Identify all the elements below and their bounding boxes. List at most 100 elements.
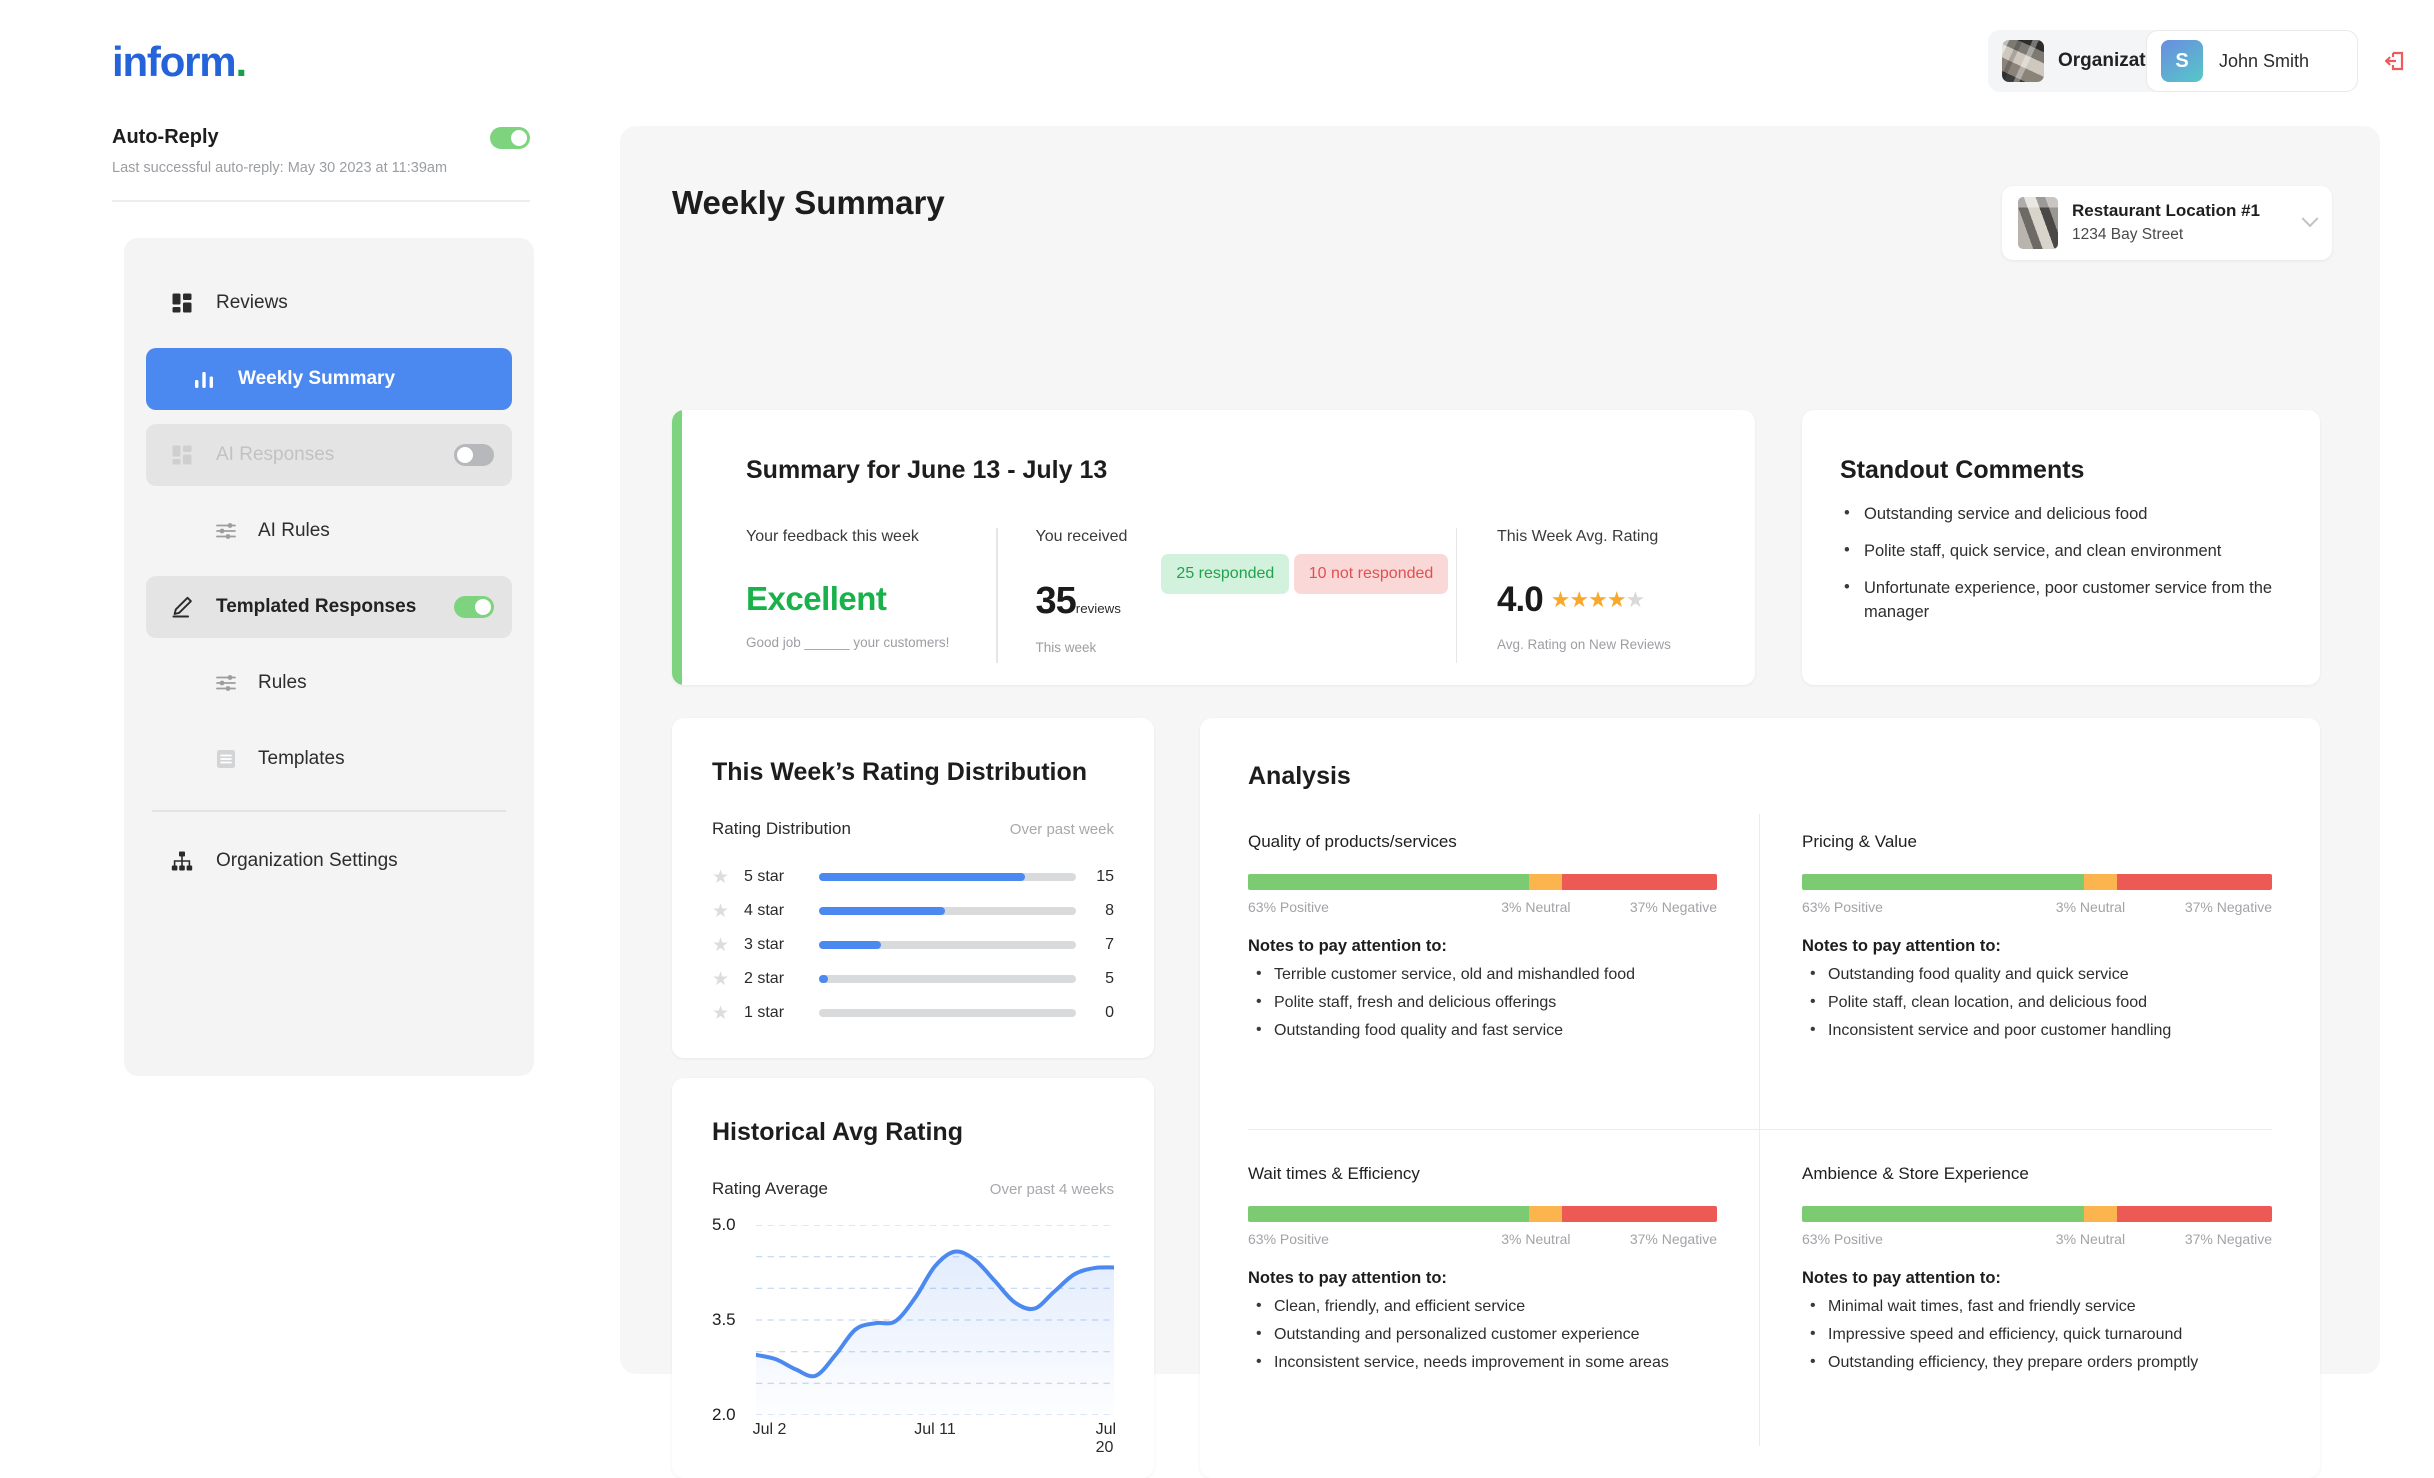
rating-footer: Avg. Rating on New Reviews	[1497, 637, 1671, 652]
not-responded-badge: 10 not responded	[1293, 554, 1449, 594]
logout-button[interactable]	[2376, 42, 2414, 80]
sentiment-bar	[1802, 874, 2272, 890]
toggle-knob	[457, 447, 473, 463]
chart-period: Over past 4 weeks	[989, 1181, 1114, 1198]
divider	[1455, 528, 1457, 663]
analysis-title: Analysis	[1248, 762, 1351, 790]
sidebar-item-label: AI Responses	[216, 444, 335, 465]
rating-distribution-card: This Week’s Rating Distribution Rating D…	[672, 718, 1154, 1058]
sentiment-positive-segment	[1802, 1206, 2084, 1222]
auto-reply-toggle[interactable]	[490, 126, 530, 149]
line-chart: 5.0 3.5 2.0	[712, 1215, 1114, 1424]
ai-responses-toggle[interactable]	[454, 444, 494, 466]
sidebar-item-ai-responses[interactable]: AI Responses	[146, 424, 512, 486]
analysis-card: Analysis Quality of products/services 63%…	[1200, 718, 2320, 1478]
sentiment-neutral-segment	[2084, 1206, 2117, 1222]
rating-label: 2 star	[744, 970, 785, 987]
notes-heading: Notes to pay attention to:	[1802, 1269, 2001, 1287]
auto-reply-section: Auto-Reply Last successful auto-reply: M…	[112, 126, 530, 202]
list-item: Outstanding and personalized customer ex…	[1248, 1325, 1717, 1344]
metric-label: Your feedback this week	[746, 528, 919, 545]
org-chart-icon	[171, 851, 193, 871]
feedback-value: Excellent	[746, 580, 887, 617]
list-item: Terrible customer service, old and misha…	[1248, 965, 1717, 984]
sentiment-neutral-segment	[1529, 1206, 1563, 1222]
list-item: Polite staff, quick service, and clean e…	[1840, 539, 2282, 564]
chart-subtitle: Rating Average	[712, 1179, 828, 1198]
notes-list: Minimal wait times, fast and friendly se…	[1802, 1297, 2272, 1372]
toggle-knob	[511, 129, 527, 146]
notes-heading: Notes to pay attention to:	[1802, 937, 2001, 955]
response-badges: 25 responded 10 not responded	[1161, 532, 1449, 655]
x-axis-labels: Jul 2 Jul 11 Jul 20	[753, 1421, 1116, 1456]
user-menu[interactable]: S John Smith	[2146, 30, 2358, 92]
user-name: John Smith	[2219, 50, 2310, 71]
notes-list: Terrible customer service, old and misha…	[1248, 965, 1717, 1040]
legend-negative: 37% Negative	[2184, 899, 2272, 915]
list-item: Inconsistent service and poor customer h…	[1802, 1021, 2272, 1040]
templated-responses-toggle[interactable]	[454, 596, 494, 618]
sentiment-negative-segment	[1562, 874, 1717, 890]
location-selector[interactable]: Restaurant Location #1 1234 Bay Street	[2002, 186, 2332, 260]
notes-list: Outstanding food quality and quick servi…	[1802, 965, 2272, 1040]
legend-positive: 63% Positive	[1802, 1231, 1883, 1247]
feedback-footer: Good job ______ your customers!	[746, 635, 950, 650]
list-item: Polite staff, clean location, and delici…	[1802, 993, 2272, 1012]
star-icon: ★	[712, 1002, 730, 1024]
chart-subtitle: Rating Distribution	[712, 819, 851, 838]
rating-count: 0	[1105, 1004, 1114, 1021]
notes-list: Clean, friendly, and efficient service Ou…	[1248, 1297, 1717, 1372]
legend-negative: 37% Negative	[1629, 899, 1717, 915]
sidebar-item-label: Organization Settings	[216, 850, 398, 871]
line-chart-svg	[756, 1224, 1114, 1416]
notes-heading: Notes to pay attention to:	[1248, 937, 1447, 955]
rating-count: 5	[1105, 970, 1114, 987]
organization-thumbnail	[2002, 40, 2044, 82]
divider	[112, 200, 530, 202]
list-icon	[217, 750, 235, 768]
rating-bar-fill	[819, 873, 1025, 881]
auto-reply-status: Last successful auto-reply: May 30 2023 …	[112, 160, 448, 176]
avg-rating-value: 4.0	[1497, 580, 1544, 619]
sidebar-item-templates[interactable]: Templates	[146, 728, 512, 790]
pencil-icon	[172, 596, 192, 618]
reviews-unit: reviews	[1075, 601, 1121, 616]
dashboard-icon	[172, 445, 192, 465]
main-panel: Weekly Summary Restaurant Location #1 12…	[620, 126, 2380, 1478]
analysis-category: Quality of products/services 63% Positive…	[1248, 814, 1760, 1129]
sidebar-item-ai-rules[interactable]: AI Rules	[146, 500, 512, 562]
standout-title: Standout Comments	[1840, 456, 2085, 484]
sidebar-item-label: Templates	[258, 748, 345, 769]
sidebar-item-weekly-summary[interactable]: Weekly Summary	[146, 348, 512, 410]
sentiment-legend: 63% Positive 3% Neutral 37% Negative	[1248, 1231, 1717, 1247]
rating-distribution-row: ★ 2 star 5	[712, 962, 1114, 996]
sidebar-item-label: AI Rules	[258, 520, 330, 541]
dashboard-icon	[172, 293, 192, 313]
sentiment-legend: 63% Positive 3% Neutral 37% Negative	[1802, 1231, 2272, 1247]
analysis-category-title: Wait times & Efficiency	[1248, 1164, 1420, 1183]
rating-bar-fill	[819, 975, 828, 983]
analysis-grid: Quality of products/services 63% Positive…	[1248, 814, 2272, 1446]
star-icon: ★	[712, 968, 730, 990]
reviews-count: 35	[1035, 580, 1077, 622]
sentiment-neutral-segment	[2084, 874, 2117, 890]
metric-feedback: Your feedback this week Excellent Good j…	[746, 528, 996, 650]
rating-bar-track	[819, 907, 1076, 915]
sidebar-item-reviews[interactable]: Reviews	[146, 272, 512, 334]
sidebar-item-templated-responses[interactable]: Templated Responses	[146, 576, 512, 638]
analysis-category-title: Pricing & Value	[1802, 832, 1917, 851]
analysis-category: Pricing & Value 63% Positive 3% Neutral 37%…	[1760, 814, 2272, 1129]
sidebar-item-organization-settings[interactable]: Organization Settings	[146, 830, 512, 892]
toggle-knob	[475, 599, 491, 615]
analysis-category: Wait times & Efficiency 63% Positive 3% Ne…	[1248, 1130, 1760, 1446]
sentiment-legend: 63% Positive 3% Neutral 37% Negative	[1802, 899, 2272, 915]
legend-neutral: 3% Neutral	[1501, 1231, 1571, 1247]
rating-bar-track	[819, 975, 1076, 983]
metric-received: You received 35reviews This week 25 resp…	[1036, 528, 1456, 655]
sliders-icon	[216, 675, 236, 691]
sentiment-negative-segment	[1562, 1206, 1717, 1222]
sidebar-item-rules[interactable]: Rules	[146, 652, 512, 714]
legend-negative: 37% Negative	[1629, 1231, 1717, 1247]
